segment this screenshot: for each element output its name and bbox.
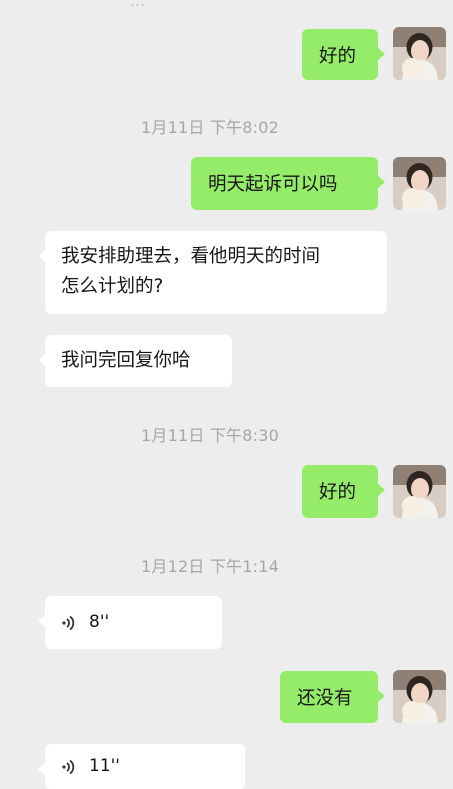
message-bubble-mine[interactable]: 好的 [302, 29, 385, 80]
voice-message-bubble[interactable]: 8'' [38, 596, 222, 649]
avatar[interactable] [393, 670, 446, 723]
message-bubble-mine[interactable]: 还没有 [280, 671, 385, 723]
message-text-line: 怎么计划的? [61, 276, 164, 297]
message-text: 好的 [319, 482, 357, 503]
avatar[interactable] [393, 157, 446, 210]
message-text: 明天起诉可以吗 [208, 174, 338, 195]
timestamp: 1月12日 下午1:14 [141, 557, 279, 576]
user-avatar-photo-icon [393, 465, 446, 518]
voice-duration: 8'' [89, 612, 110, 632]
avatar[interactable] [393, 27, 446, 80]
message-bubble-other[interactable]: 我问完回复你哈 [38, 335, 232, 387]
message-text-line: 我安排助理去，看他明天的时间 [61, 246, 321, 267]
timestamp: 1月11日 下午8:30 [141, 426, 279, 445]
user-avatar-photo-icon [393, 27, 446, 80]
user-avatar-photo-icon [393, 157, 446, 210]
voice-duration: 11'' [89, 756, 120, 776]
message-bubble-mine[interactable]: 明天起诉可以吗 [191, 157, 385, 210]
message-text: 还没有 [297, 688, 353, 709]
message-bubble-other[interactable]: 我安排助理去，看他明天的时间 怎么计划的? [38, 231, 387, 314]
voice-wave-icon [62, 615, 75, 630]
message-bubble-mine[interactable]: 好的 [302, 465, 385, 518]
voice-message-bubble[interactable]: 11'' [38, 744, 245, 789]
message-text: 我问完回复你哈 [61, 350, 191, 371]
avatar[interactable] [393, 465, 446, 518]
user-avatar-photo-icon [393, 670, 446, 723]
top-partial-text: … [130, 0, 250, 6]
timestamp: 1月11日 下午8:02 [141, 118, 279, 137]
voice-wave-icon [62, 759, 75, 774]
message-text: 好的 [319, 46, 357, 67]
